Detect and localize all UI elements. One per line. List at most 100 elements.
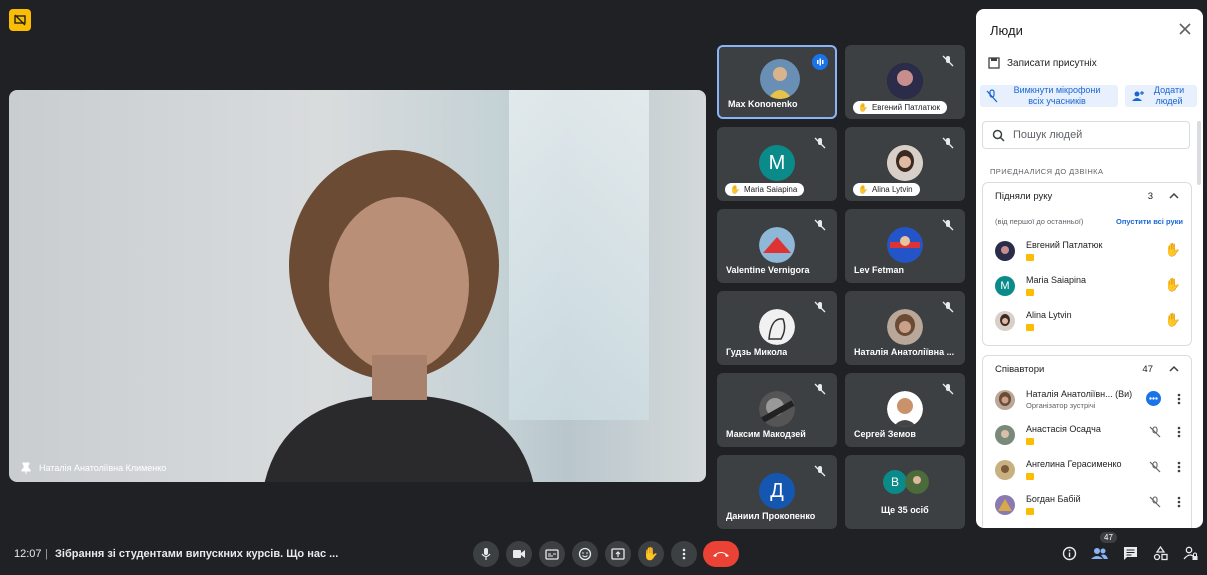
host-controls-button[interactable] xyxy=(1181,544,1199,562)
presentation-icon[interactable] xyxy=(9,9,31,31)
emoji-button[interactable] xyxy=(572,541,598,567)
hand-icon: ✋ xyxy=(858,185,868,194)
mic-off-icon xyxy=(986,89,998,103)
activities-icon xyxy=(1153,545,1168,560)
hand-icon[interactable]: ✋ xyxy=(1165,312,1181,328)
badge-icon xyxy=(1026,323,1034,331)
list-item[interactable]: M Maria Saiapina ✋ xyxy=(983,268,1191,303)
avatar xyxy=(995,459,1015,480)
leave-call-button[interactable] xyxy=(703,541,739,567)
people-button[interactable] xyxy=(1090,544,1108,562)
raised-hands-header[interactable]: Підняли руку 3 xyxy=(983,183,1191,209)
scrollbar[interactable] xyxy=(1197,121,1201,185)
chevron-up-icon[interactable] xyxy=(1169,192,1179,200)
tile-evgeniy-patlatyuk[interactable]: ✋ Евгений Патлатюк xyxy=(845,45,965,119)
badge-icon xyxy=(1026,472,1034,480)
hand-icon: ✋ xyxy=(730,185,740,194)
tile-maria-saiapina[interactable]: M ✋ Maria Saiapina xyxy=(717,127,837,201)
list-item[interactable]: Анастасія Осадча xyxy=(983,417,1191,452)
tile-valentine-vernigora[interactable]: Valentine Vernigora xyxy=(717,209,837,283)
more-vert-icon[interactable] xyxy=(1177,426,1181,438)
avatar xyxy=(887,63,923,99)
mic-button[interactable] xyxy=(473,541,499,567)
person-name: Maria Saiapina xyxy=(1026,274,1087,285)
camera-button[interactable] xyxy=(506,541,532,567)
lock-person-icon xyxy=(1183,546,1197,560)
raised-hands-count: 3 xyxy=(1147,190,1153,202)
tile-natalia-anatoliivna[interactable]: Наталія Анатоліївна ... xyxy=(845,291,965,365)
save-icon xyxy=(988,57,1000,69)
hand-icon[interactable]: ✋ xyxy=(1165,277,1181,293)
speaker-image xyxy=(264,150,534,482)
mic-off-icon[interactable] xyxy=(1149,426,1161,438)
mic-off-icon xyxy=(942,383,954,395)
clock: 12:07 xyxy=(14,548,42,560)
present-button[interactable] xyxy=(605,541,631,567)
activities-button[interactable] xyxy=(1151,544,1169,562)
record-attendance-button[interactable]: Записати присутніх xyxy=(988,57,1097,69)
separator: | xyxy=(45,548,48,560)
list-item[interactable]: Наталія Анатоліївн... (Ви) Організатор зу… xyxy=(983,382,1191,417)
list-item[interactable]: Богдан Бабій xyxy=(983,487,1191,522)
people-count-badge: 47 xyxy=(1100,532,1117,543)
raise-hand-button[interactable]: ✋ xyxy=(638,541,664,567)
you-label: (Ви) xyxy=(1115,388,1133,399)
hand-raised-chip: ✋ Alina Lytvin xyxy=(853,183,920,196)
list-item[interactable]: Евгений Патлатюк ✋ xyxy=(983,233,1191,268)
captions-icon xyxy=(545,548,559,560)
avatar xyxy=(905,470,929,494)
tile-lev-fetman[interactable]: Lev Fetman xyxy=(845,209,965,283)
hand-raised-chip: ✋ Maria Saiapina xyxy=(725,183,805,196)
tile-daniil-prokopenko[interactable]: Д Даниил Прокопенко xyxy=(717,455,837,529)
meeting-details-button[interactable] xyxy=(1060,544,1078,562)
raised-hands-group: Підняли руку 3 (від першої до останньої)… xyxy=(982,182,1192,346)
main-speaker-name: Наталія Анатоліївна Клименко xyxy=(39,463,167,473)
more-vert-icon[interactable] xyxy=(1177,461,1181,473)
add-people-button[interactable]: Додати людей xyxy=(1125,85,1197,107)
more-vert-icon[interactable] xyxy=(1177,393,1181,405)
speaking-icon xyxy=(1146,391,1161,406)
avatar xyxy=(995,310,1015,331)
tile-name: Сергей Земов xyxy=(854,429,916,439)
participants-group: Співавтори 47 Наталія Анатоліївн... (Ви)… xyxy=(982,355,1192,528)
person-name: Ангелина Герасименко xyxy=(1026,458,1122,469)
more-vert-icon[interactable] xyxy=(1177,496,1181,508)
participants-header[interactable]: Співавтори 47 xyxy=(983,356,1191,382)
tile-max-kononenko[interactable]: Max Kononenko xyxy=(717,45,837,119)
tile-name: Lev Fetman xyxy=(854,265,905,275)
tile-hudz-mykola[interactable]: Гудзь Микола xyxy=(717,291,837,365)
captions-button[interactable] xyxy=(539,541,565,567)
present-icon xyxy=(611,548,625,560)
person-name: Евгений Патлатюк xyxy=(1026,239,1103,250)
search-input[interactable]: Пошук людей xyxy=(982,121,1190,149)
pin-icon[interactable] xyxy=(21,462,31,474)
joined-section-label: ПРИЄДНАЛИСЯ ДО ДЗВІНКА xyxy=(990,167,1104,176)
person-name: Наталія Анатоліївн... xyxy=(1026,388,1113,399)
chevron-up-icon[interactable] xyxy=(1169,365,1179,373)
mic-off-icon xyxy=(814,219,826,231)
person-name: Богдан Бабій xyxy=(1026,493,1081,504)
mic-off-icon xyxy=(814,301,826,313)
tile-maksym-makodzei[interactable]: Максим Макодзей xyxy=(717,373,837,447)
hand-icon: ✋ xyxy=(858,103,868,112)
avatar xyxy=(995,240,1015,261)
list-item[interactable]: Ангелина Герасименко xyxy=(983,452,1191,487)
tile-alina-lytvin[interactable]: ✋ Alina Lytvin xyxy=(845,127,965,201)
mute-all-button[interactable]: Вимкнути мікрофони всіх учасників xyxy=(980,85,1118,107)
tile-more-people[interactable]: B Ще 35 осіб xyxy=(845,455,965,529)
hand-icon[interactable]: ✋ xyxy=(1165,242,1181,258)
close-icon[interactable] xyxy=(1177,21,1193,37)
avatar xyxy=(887,391,923,427)
mic-off-icon[interactable] xyxy=(1149,496,1161,508)
mic-off-icon[interactable] xyxy=(1149,461,1161,473)
avatar xyxy=(759,309,795,345)
participants-count: 47 xyxy=(1142,363,1153,375)
tile-sergei-zemov[interactable]: Сергей Земов xyxy=(845,373,965,447)
host-label: Організатор зустрічі xyxy=(1026,400,1096,410)
lower-all-hands-link[interactable]: Опустити всі руки xyxy=(1116,217,1183,226)
badge-icon xyxy=(1026,253,1034,261)
avatar xyxy=(887,227,923,263)
chat-button[interactable] xyxy=(1121,544,1139,562)
list-item[interactable]: Alina Lytvin ✋ xyxy=(983,303,1191,338)
more-options-button[interactable] xyxy=(671,541,697,567)
